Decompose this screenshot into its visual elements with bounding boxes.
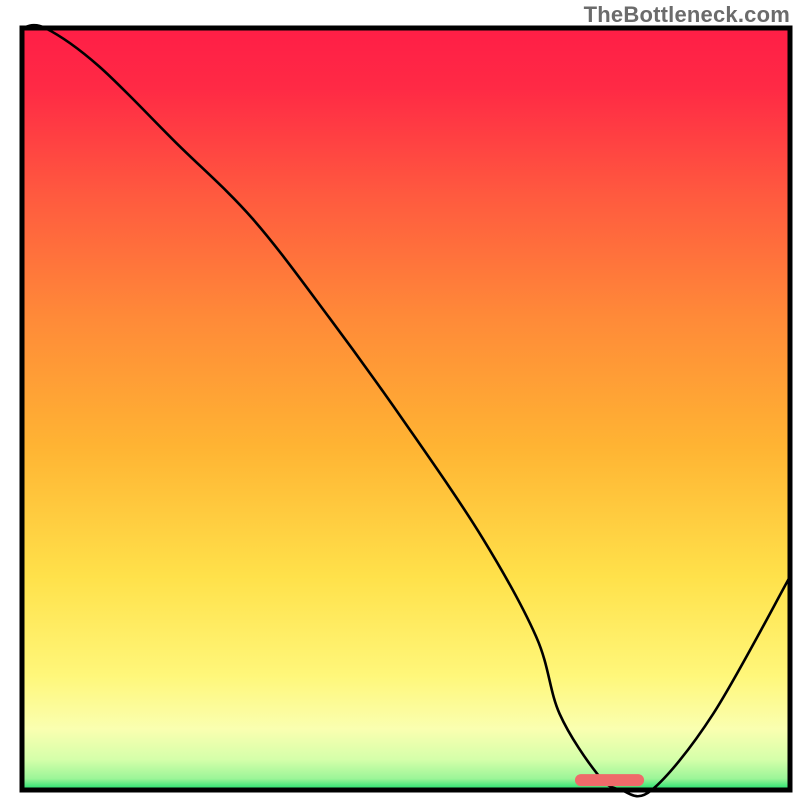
bottleneck-chart bbox=[0, 0, 800, 800]
watermark-text: TheBottleneck.com bbox=[584, 2, 790, 28]
chart-container: TheBottleneck.com bbox=[0, 0, 800, 800]
gradient-background bbox=[22, 28, 790, 790]
optimal-range-marker bbox=[575, 774, 644, 786]
